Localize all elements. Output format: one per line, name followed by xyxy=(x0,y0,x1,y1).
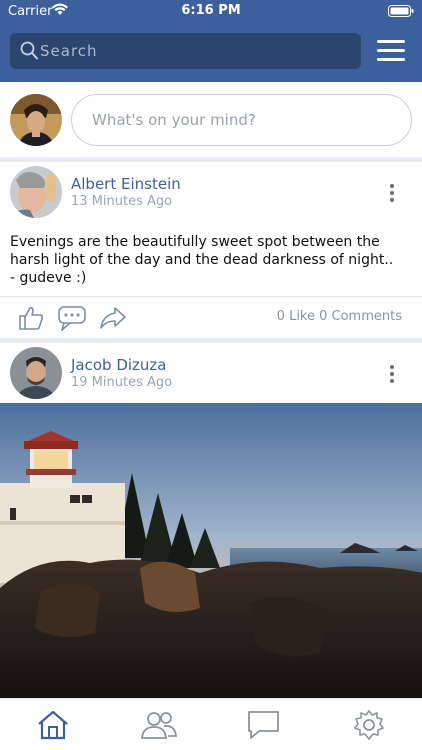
post-photo[interactable] xyxy=(0,403,422,699)
more-options-icon[interactable] xyxy=(390,365,396,386)
post-timestamp: 13 Minutes Ago xyxy=(71,194,173,209)
author-avatar[interactable] xyxy=(10,166,62,218)
author-avatar[interactable] xyxy=(10,347,62,399)
home-icon[interactable] xyxy=(34,709,72,741)
status-input[interactable]: What's on your mind? xyxy=(71,94,412,146)
post-card: Albert Einstein 13 Minutes Ago Evenings … xyxy=(0,162,422,338)
settings-icon[interactable] xyxy=(350,709,388,741)
like-comment-counts: 0 Like 0 Comments xyxy=(276,309,402,324)
menu-button[interactable] xyxy=(377,40,405,62)
chat-icon[interactable] xyxy=(245,709,283,741)
post-card: Jacob Dizuza 19 Minutes Ago xyxy=(0,343,422,403)
app-header: Carrier 6:16 PM xyxy=(0,0,422,82)
comment-icon[interactable] xyxy=(58,305,86,331)
menu-icon-line xyxy=(377,49,405,52)
post-text-line: - gudeve :) xyxy=(10,270,87,286)
more-options-icon[interactable] xyxy=(390,184,396,205)
share-icon[interactable] xyxy=(99,305,127,331)
user-avatar[interactable] xyxy=(10,94,62,146)
post-text: Evenings are the beautifully sweet spot … xyxy=(10,233,410,287)
battery-icon xyxy=(388,5,414,21)
search-bar[interactable] xyxy=(10,33,361,69)
post-text-line: Evenings are the beautifully sweet spot … xyxy=(10,234,380,250)
search-input[interactable] xyxy=(40,33,350,69)
clock: 6:16 PM xyxy=(181,3,241,18)
menu-icon-line xyxy=(377,58,405,61)
author-name[interactable]: Jacob Dizuza xyxy=(71,356,167,374)
post-timestamp: 19 Minutes Ago xyxy=(71,375,173,390)
search-icon xyxy=(20,41,38,64)
like-icon[interactable] xyxy=(17,305,45,331)
post-composer: What's on your mind? xyxy=(0,82,422,158)
author-name[interactable]: Albert Einstein xyxy=(71,175,181,193)
menu-icon-line xyxy=(377,40,405,43)
post-actions: 0 Like 0 Comments xyxy=(0,296,422,336)
status-bar: Carrier 6:16 PM xyxy=(0,0,422,24)
tab-bar xyxy=(0,698,422,750)
friends-icon[interactable] xyxy=(140,709,178,741)
post-text-line: harsh light of the day and the dead dark… xyxy=(10,252,394,268)
